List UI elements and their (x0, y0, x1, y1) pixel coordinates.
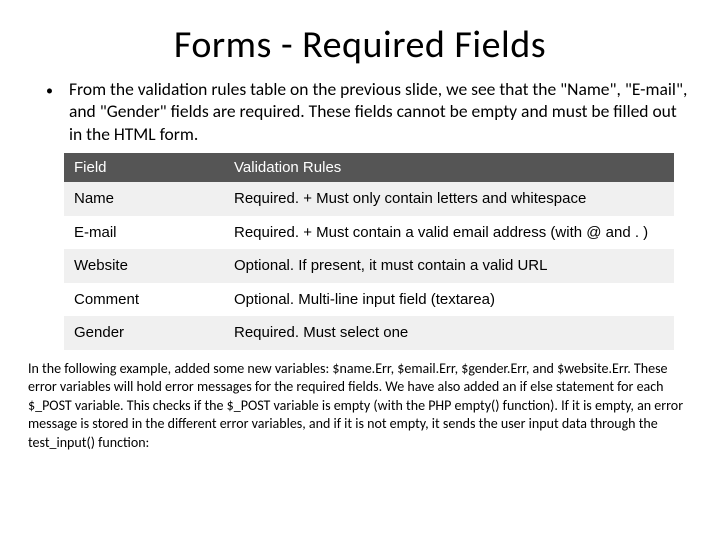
cell-field: Gender (64, 316, 224, 350)
cell-rules: Optional. If present, it must contain a … (224, 249, 674, 283)
bullet-text: From the validation rules table on the p… (69, 78, 692, 145)
page-title: Forms - Required Fields (28, 22, 692, 68)
cell-rules: Optional. Multi-line input field (textar… (224, 283, 674, 317)
table-header-row: Field Validation Rules (64, 153, 674, 182)
col-header-field: Field (64, 153, 224, 182)
table-row: Name Required. + Must only contain lette… (64, 182, 674, 216)
table-row: E-mail Required. + Must contain a valid … (64, 216, 674, 250)
explanatory-paragraph: In the following example, added some new… (28, 360, 692, 452)
cell-field: E-mail (64, 216, 224, 250)
cell-field: Name (64, 182, 224, 216)
table-row: Gender Required. Must select one (64, 316, 674, 350)
table-row: Comment Optional. Multi-line input field… (64, 283, 674, 317)
slide: Forms - Required Fields • From the valid… (0, 0, 720, 540)
col-header-rules: Validation Rules (224, 153, 674, 182)
cell-field: Website (64, 249, 224, 283)
validation-rules-table: Field Validation Rules Name Required. + … (64, 153, 674, 350)
bullet-item: • From the validation rules table on the… (46, 78, 692, 145)
cell-field: Comment (64, 283, 224, 317)
cell-rules: Required. + Must contain a valid email a… (224, 216, 674, 250)
bullet-marker: • (46, 80, 53, 102)
cell-rules: Required. Must select one (224, 316, 674, 350)
table-row: Website Optional. If present, it must co… (64, 249, 674, 283)
cell-rules: Required. + Must only contain letters an… (224, 182, 674, 216)
